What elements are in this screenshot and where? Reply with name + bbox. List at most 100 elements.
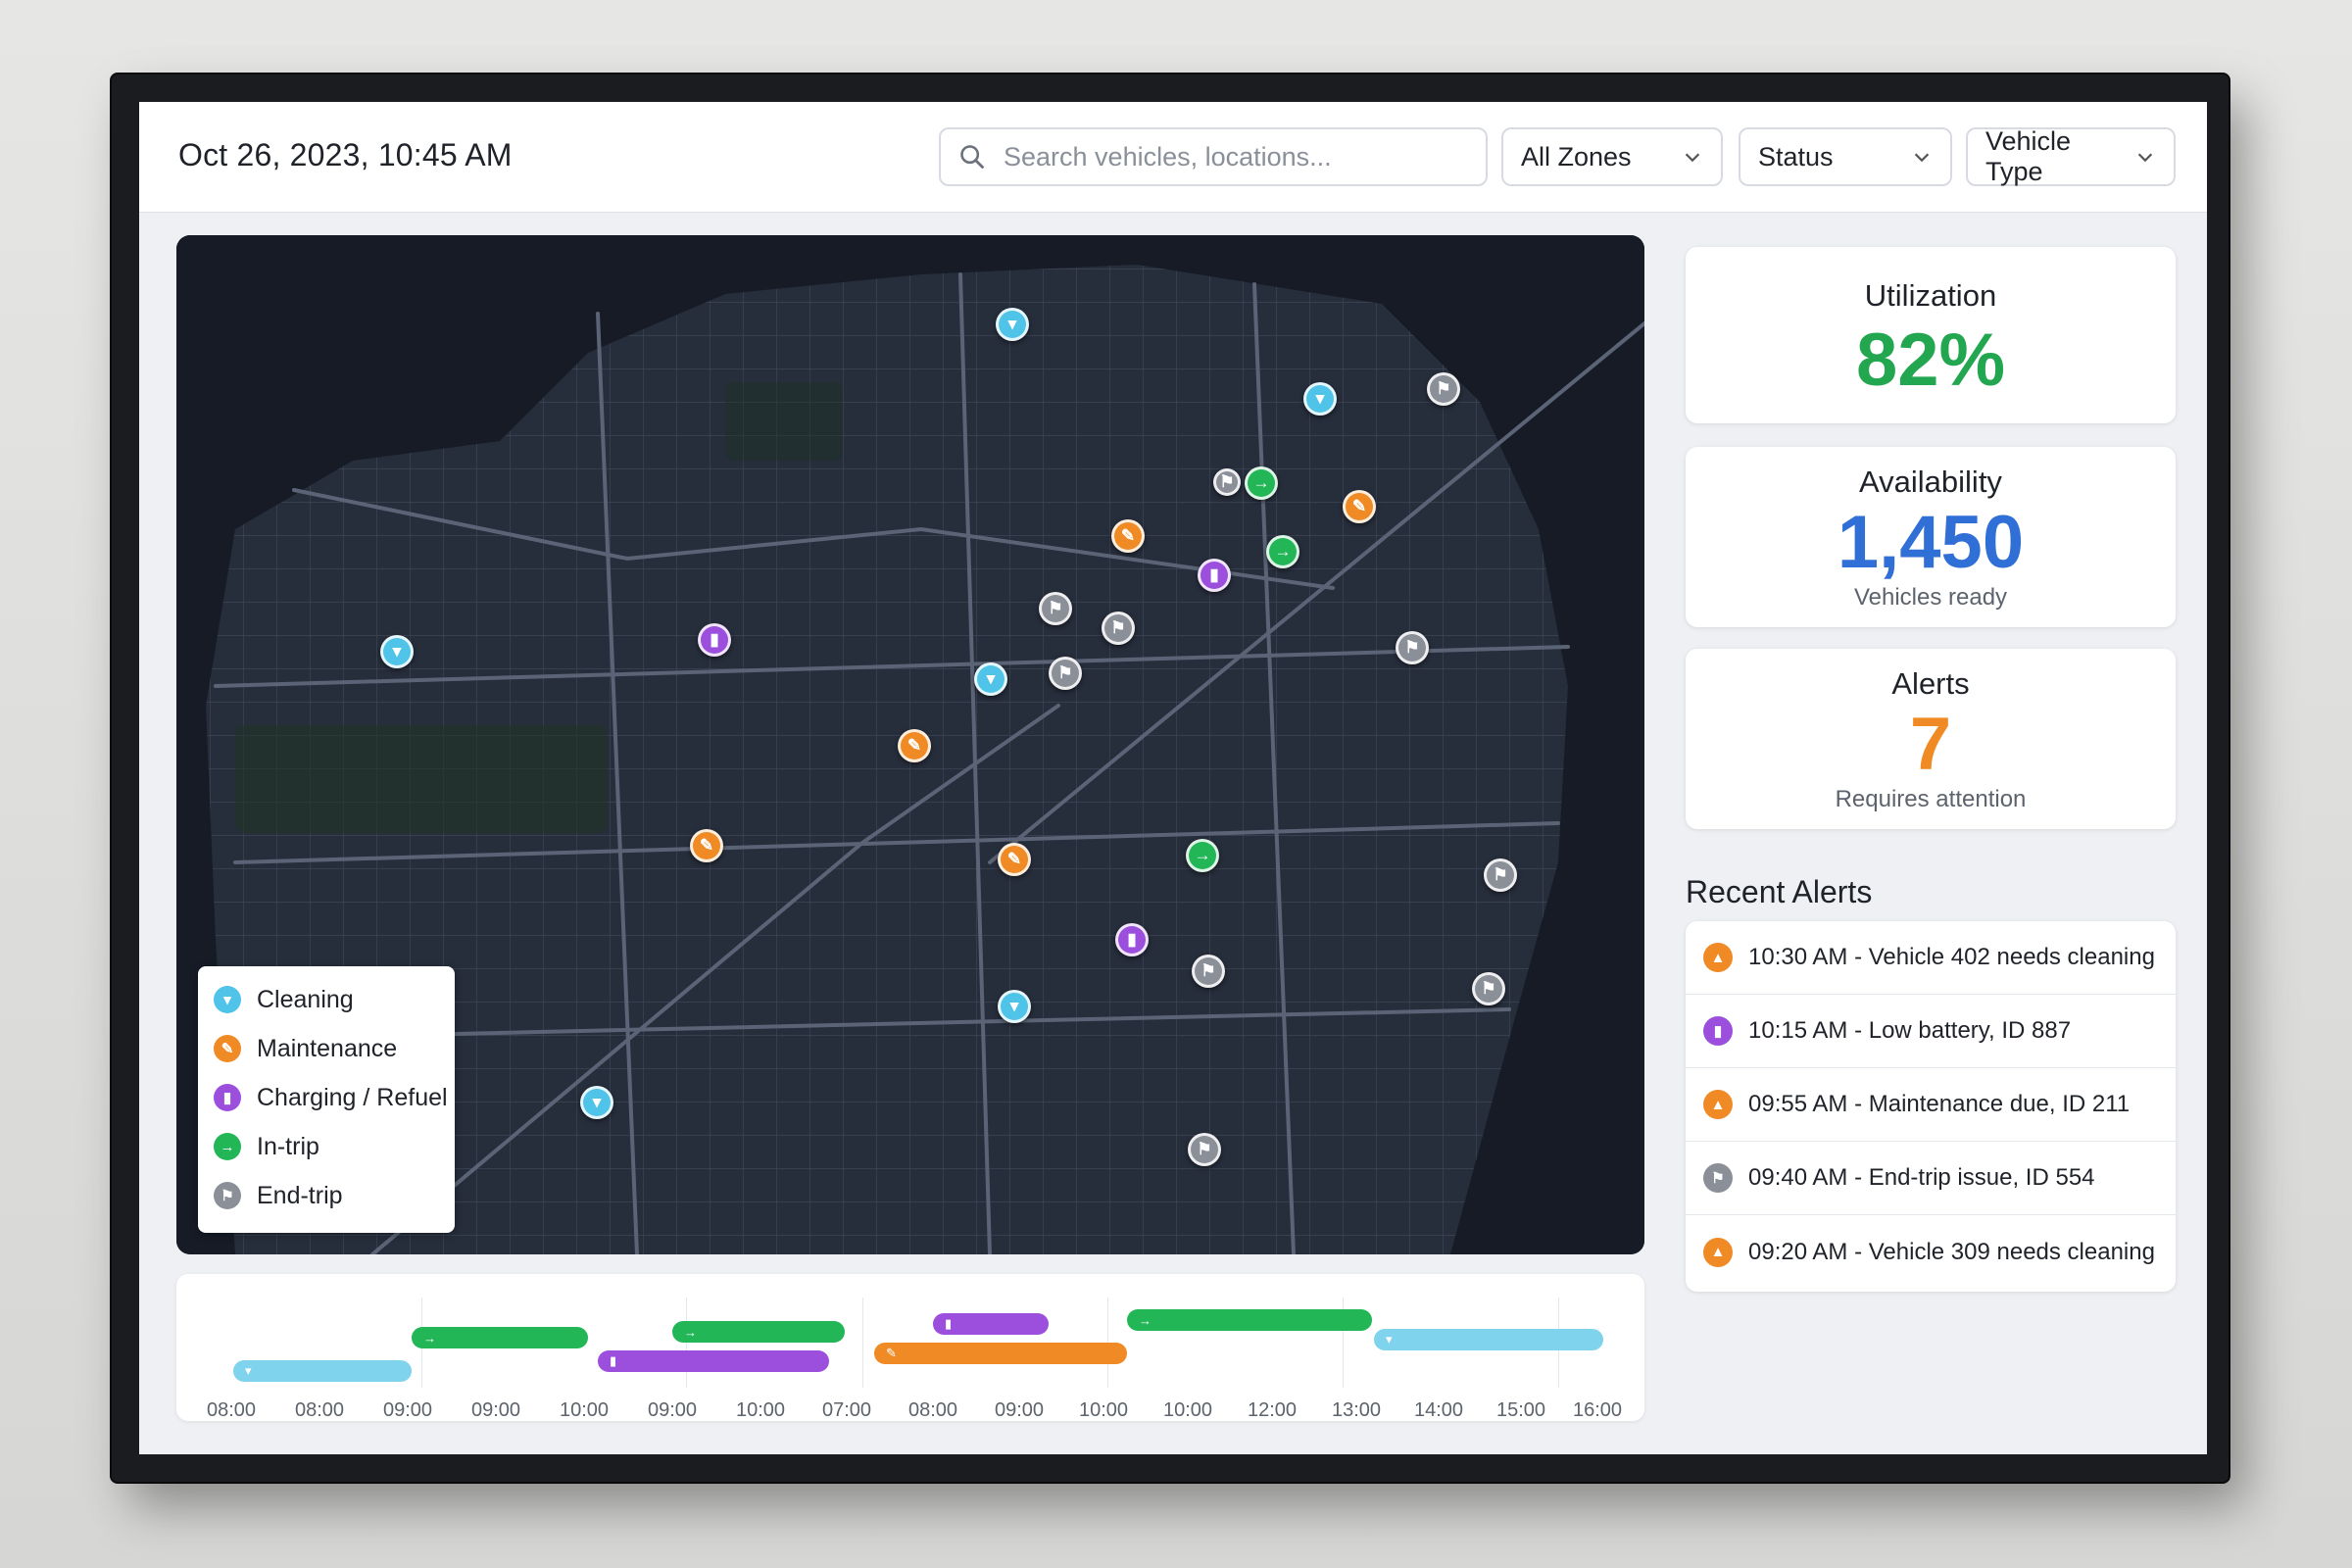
map-pin-end-trip[interactable]: ⚑ [1213, 468, 1241, 496]
map-pin-cleaning[interactable]: ▾ [580, 1086, 613, 1119]
timeline-tick: 07:00 [821, 1399, 872, 1421]
map-pin-maintenance[interactable]: ✎ [1343, 490, 1376, 523]
fuel-pump-icon: ▮ [214, 1084, 241, 1111]
legend-label: Maintenance [257, 1034, 398, 1062]
map-pin-cleaning[interactable]: ▾ [380, 635, 414, 668]
map-pin-end-trip[interactable]: ⚑ [1427, 372, 1460, 406]
timeline-tick: 13:00 [1331, 1399, 1382, 1421]
map-pin-end-trip[interactable]: ⚑ [1039, 592, 1072, 625]
alert-item[interactable]: ▲ 09:20 AM - Vehicle 309 needs cleaning [1686, 1215, 2176, 1289]
recent-alerts-list: ▲ 10:30 AM - Vehicle 402 needs cleaning … [1686, 921, 2176, 1292]
map-pin-end-trip[interactable]: ⚑ [1188, 1133, 1221, 1166]
alerts-sub: Requires attention [1835, 786, 2027, 812]
timeline-bar-in-trip[interactable]: → [412, 1327, 588, 1348]
legend-item-in-trip: → In-trip [214, 1127, 319, 1166]
utilization-card: Utilization 82% [1686, 247, 2176, 423]
map-pin-end-trip[interactable]: ⚑ [1472, 972, 1505, 1005]
map-pin-end-trip[interactable]: ⚑ [1102, 612, 1135, 645]
timeline-bar-in-trip[interactable]: → [1127, 1309, 1372, 1331]
alert-text: 10:30 AM - Vehicle 402 needs cleaning [1748, 944, 2155, 970]
map-pin-cleaning[interactable]: ▾ [998, 990, 1031, 1023]
vehicle-type-dropdown-label: Vehicle Type [1985, 126, 2072, 186]
legend-label: End-trip [257, 1181, 343, 1209]
map-pin-maintenance[interactable]: ✎ [898, 729, 931, 762]
zones-dropdown[interactable]: All Zones [1501, 127, 1723, 186]
flag-icon: ⚑ [1703, 1163, 1733, 1193]
status-dropdown-label: Status [1758, 141, 1834, 172]
availability-card: Availability 1,450 Vehicles ready [1686, 447, 2176, 627]
dashboard-screen: Oct 26, 2023, 10:45 AM All Zones Status … [139, 102, 2207, 1454]
alert-item[interactable]: ▮ 10:15 AM - Low battery, ID 887 [1686, 995, 2176, 1068]
map-pin-in-trip[interactable]: → [1266, 535, 1299, 568]
vehicle-type-dropdown[interactable]: Vehicle Type [1966, 126, 2176, 186]
map-pin-cleaning[interactable]: ▾ [996, 308, 1029, 341]
status-dropdown[interactable]: Status [1739, 127, 1952, 186]
battery-icon: ▮ [1703, 1016, 1733, 1046]
arrow-right-icon: → [214, 1133, 241, 1160]
warning-icon: ▲ [1703, 1237, 1733, 1267]
legend-label: Charging / Refuel [257, 1083, 448, 1111]
chevron-down-icon [2137, 153, 2153, 163]
map-pin-charging[interactable]: ▮ [1198, 559, 1231, 592]
map-pin-charging[interactable]: ▮ [698, 623, 731, 657]
map-pin-end-trip[interactable]: ⚑ [1396, 631, 1429, 664]
timeline-tick: 08:00 [294, 1399, 345, 1421]
legend-label: In-trip [257, 1132, 319, 1160]
timeline-tick: 10:00 [1078, 1399, 1129, 1421]
alert-text: 10:15 AM - Low battery, ID 887 [1748, 1017, 2072, 1044]
map-pin-end-trip[interactable]: ⚑ [1049, 657, 1082, 690]
alert-text: 09:20 AM - Vehicle 309 needs cleaning [1748, 1238, 2155, 1265]
availability-sub: Vehicles ready [1853, 584, 2008, 611]
fleet-map[interactable]: ▾ ▾ ⚑ → ⚑ ✎ ✎ → ▮ ⚑ ⚑ ⚑ ▮ ▾ ⚑ ▾ ✎ ✎ ✎ → … [176, 235, 1644, 1254]
timeline-bar-maintenance[interactable]: ✎ [874, 1343, 1127, 1364]
timeline-bar-cleaning[interactable]: ▾ [1374, 1329, 1603, 1350]
timeline-gridline [686, 1298, 687, 1388]
recent-alerts-title: Recent Alerts [1686, 874, 1873, 909]
legend-item-charging: ▮ Charging / Refuel [214, 1078, 448, 1117]
search-input[interactable] [1002, 140, 1456, 173]
map-pin-maintenance[interactable]: ✎ [1111, 519, 1145, 553]
map-pin-end-trip[interactable]: ⚑ [1192, 955, 1225, 988]
timeline-bar-charging[interactable]: ▮ [598, 1350, 829, 1372]
alert-text: 09:40 AM - End-trip issue, ID 554 [1748, 1164, 2095, 1191]
legend-item-cleaning: ▾ Cleaning [214, 980, 354, 1019]
map-pin-in-trip[interactable]: → [1245, 466, 1278, 500]
warning-icon: ▲ [1703, 1090, 1733, 1119]
alert-item[interactable]: ▲ 09:55 AM - Maintenance due, ID 211 [1686, 1068, 2176, 1142]
alert-item[interactable]: ⚑ 09:40 AM - End-trip issue, ID 554 [1686, 1142, 2176, 1215]
activity-timeline[interactable]: ▾ → ▮ → ✎ ▮ → ▾ 08:00 08:00 09:00 09:00 … [176, 1274, 1644, 1421]
search-box[interactable] [939, 127, 1488, 186]
map-pin-end-trip[interactable]: ⚑ [1484, 858, 1517, 892]
timeline-tick: 14:00 [1413, 1399, 1464, 1421]
map-pin-cleaning[interactable]: ▾ [1303, 382, 1337, 416]
availability-value: 1,450 [1837, 501, 2025, 584]
legend-item-maintenance: ✎ Maintenance [214, 1029, 397, 1068]
warning-icon: ▲ [1703, 943, 1733, 972]
current-datetime: Oct 26, 2023, 10:45 AM [178, 137, 513, 172]
timeline-tick: 08:00 [206, 1399, 257, 1421]
legend-label: Cleaning [257, 985, 354, 1013]
utilization-label: Utilization [1864, 278, 1997, 313]
timeline-bar-cleaning[interactable]: ▾ [233, 1360, 412, 1382]
map-pin-charging[interactable]: ▮ [1115, 923, 1149, 956]
map-pin-cleaning[interactable]: ▾ [974, 662, 1007, 696]
legend-item-end-trip: ⚑ End-trip [214, 1176, 343, 1215]
timeline-bar-charging[interactable]: ▮ [933, 1313, 1049, 1335]
top-bar: Oct 26, 2023, 10:45 AM All Zones Status … [139, 102, 2207, 213]
utilization-value: 82% [1855, 318, 2006, 402]
alert-item[interactable]: ▲ 10:30 AM - Vehicle 402 needs cleaning [1686, 921, 2176, 995]
map-pin-maintenance[interactable]: ✎ [998, 843, 1031, 876]
chevron-down-icon [1914, 153, 1930, 163]
alerts-value: 7 [1909, 703, 1952, 786]
spray-bottle-icon: ▾ [214, 986, 241, 1013]
timeline-tick: 10:00 [735, 1399, 786, 1421]
timeline-tick: 09:00 [382, 1399, 433, 1421]
alerts-card: Alerts 7 Requires attention [1686, 649, 2176, 829]
map-pin-in-trip[interactable]: → [1186, 839, 1219, 872]
timeline-tick: 08:00 [907, 1399, 958, 1421]
chevron-down-icon [1685, 153, 1700, 163]
timeline-tick: 15:00 [1495, 1399, 1546, 1421]
timeline-bar-in-trip[interactable]: → [672, 1321, 845, 1343]
timeline-gridline [862, 1298, 863, 1388]
map-pin-maintenance[interactable]: ✎ [690, 829, 723, 862]
